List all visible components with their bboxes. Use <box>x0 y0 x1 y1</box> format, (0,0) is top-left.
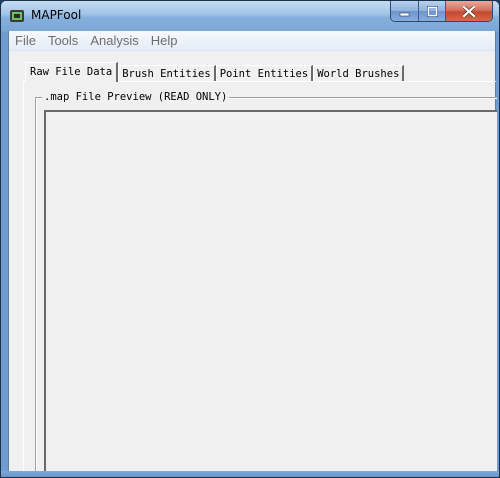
client-area: File Tools Analysis Help Raw File Data B… <box>8 31 497 477</box>
menu-analysis[interactable]: Analysis <box>84 31 144 50</box>
maximize-button[interactable] <box>418 1 445 21</box>
maximize-icon <box>426 5 438 17</box>
window-bottom-border <box>1 471 499 477</box>
close-icon <box>463 5 475 17</box>
menu-file[interactable]: File <box>9 31 42 50</box>
tab-raw-file-data[interactable]: Raw File Data <box>25 62 119 82</box>
map-preview-textarea[interactable] <box>44 110 497 477</box>
tab-panel-raw-file-data: .map File Preview (READ ONLY) <box>23 81 497 477</box>
window-title: MAPFool <box>31 8 82 22</box>
tab-brush-entities[interactable]: Brush Entities <box>118 65 216 82</box>
title-bar[interactable]: MAPFool <box>1 1 499 31</box>
tab-strip: Raw File Data Brush Entities Point Entit… <box>25 62 405 82</box>
app-logo-icon <box>10 10 24 22</box>
map-preview-group-label: .map File Preview (READ ONLY) <box>42 90 230 104</box>
map-preview-group: .map File Preview (READ ONLY) <box>35 90 497 477</box>
window-controls <box>390 1 493 22</box>
minimize-button[interactable] <box>391 1 418 21</box>
close-button[interactable] <box>445 1 492 21</box>
menu-bar: File Tools Analysis Help <box>9 31 495 51</box>
minimize-icon <box>399 12 410 16</box>
menu-tools[interactable]: Tools <box>42 31 84 50</box>
menu-help[interactable]: Help <box>145 31 184 50</box>
tab-world-brushes[interactable]: World Brushes <box>313 65 405 82</box>
main-window: MAPFool File Tools Analysis Help Raw Fil… <box>0 0 500 478</box>
tab-point-entities[interactable]: Point Entities <box>215 65 314 82</box>
